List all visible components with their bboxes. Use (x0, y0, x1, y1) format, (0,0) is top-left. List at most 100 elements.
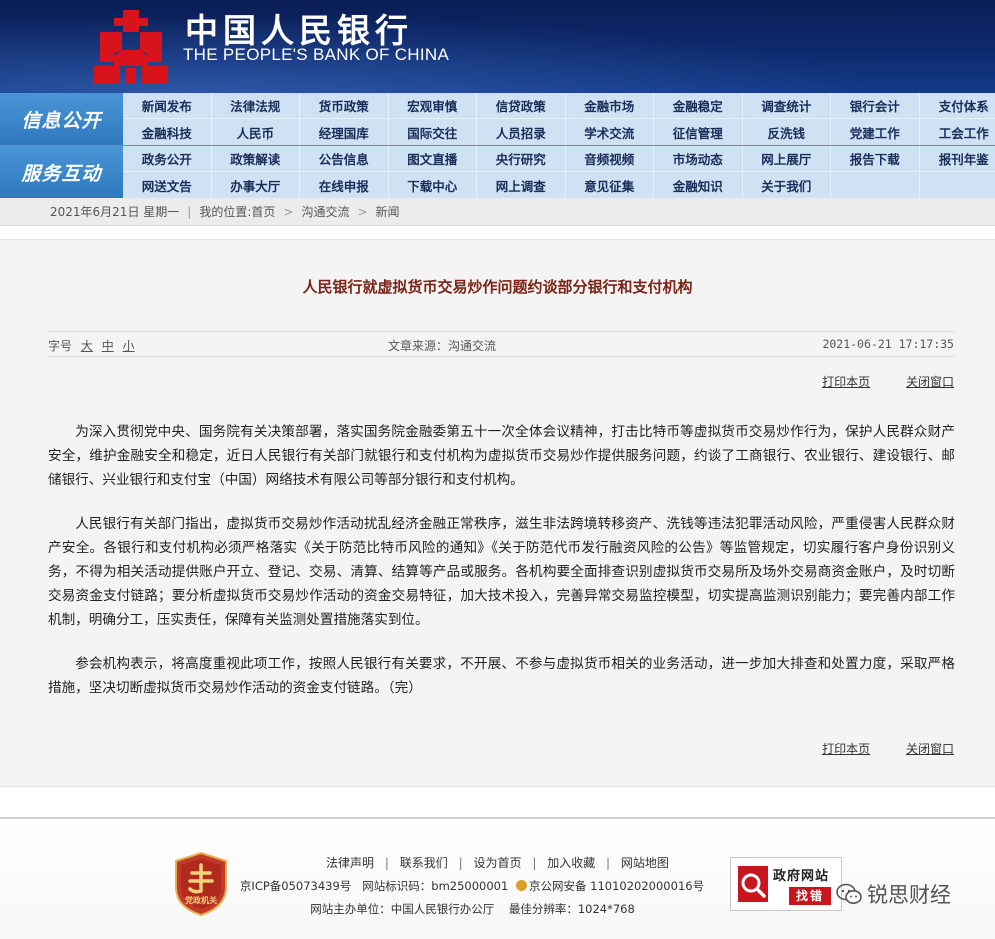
nav-empty-cell (920, 172, 995, 198)
best-resolution: 最佳分辨率：1024*768 (508, 902, 635, 916)
nav-item[interactable]: 报告下载 (831, 146, 920, 172)
nav-item[interactable]: 网送文告 (123, 172, 212, 198)
nav-item[interactable]: 征信管理 (654, 119, 743, 145)
nav-item[interactable]: 报刊年鉴 (919, 146, 995, 172)
font-size-label: 字号 (48, 339, 73, 353)
site-header: 中国人民银行 THE PEOPLE'S BANK OF CHINA (0, 0, 995, 93)
site-footer: 党政机关 法律声明 | 联系我们 | 设为首页 | 加入收藏 | 网站地图 京I… (0, 819, 995, 939)
footer-link-contact[interactable]: 联系我们 (400, 856, 448, 870)
icp-number[interactable]: 京ICP备05073439号 (240, 879, 351, 893)
breadcrumb-home[interactable]: 首页 (251, 203, 275, 220)
footer-links: 法律声明 | 联系我们 | 设为首页 | 加入收藏 | 网站地图 (0, 854, 995, 871)
article-tools-top: 打印本页 关闭窗口 (790, 373, 954, 390)
nav-item[interactable]: 公告信息 (300, 146, 389, 172)
article-panel: 人民银行就虚拟货币交易炒作问题约谈部分银行和支付机构 字号 大 中 小 文章来源… (0, 239, 995, 787)
nav-item[interactable]: 金融科技 (123, 119, 212, 145)
nav-item[interactable]: 图文直播 (388, 146, 477, 172)
nav-item[interactable]: 关于我们 (743, 172, 831, 198)
font-size-small-link[interactable]: 小 (123, 339, 135, 353)
breadcrumb-news[interactable]: 新闻 (376, 203, 400, 220)
footer-link-separator: | (458, 856, 463, 870)
font-size-switcher: 字号 大 中 小 (48, 337, 135, 354)
footer-link-separator: | (532, 856, 537, 870)
nav-item[interactable]: 政务公开 (123, 146, 212, 172)
nav-item[interactable]: 在线申报 (300, 172, 389, 198)
nav-item[interactable]: 信贷政策 (477, 93, 566, 119)
article-title: 人民银行就虚拟货币交易炒作问题约谈部分银行和支付机构 (302, 278, 693, 296)
nav-item[interactable]: 调查统计 (742, 93, 831, 119)
wechat-watermark: 锐思财经 (836, 879, 951, 909)
site-name-en: THE PEOPLE'S BANK OF CHINA (183, 45, 450, 64)
find-error-button[interactable]: 找错 (789, 887, 831, 905)
article-paragraph: 人民银行有关部门指出，虚拟货币交易炒作活动扰乱经济金融正常秩序，滋生非法跨境转移… (48, 516, 955, 628)
nav-item[interactable]: 工会工作 (920, 119, 995, 145)
nav-item[interactable]: 国际交往 (389, 119, 477, 145)
footer-link-legal[interactable]: 法律声明 (326, 856, 374, 870)
nav-item[interactable]: 经理国库 (300, 119, 389, 145)
nav-item[interactable]: 人民币 (212, 119, 300, 145)
footer-link-set-home[interactable]: 设为首页 (473, 856, 521, 870)
nav-item[interactable]: 政策解读 (211, 146, 300, 172)
watermark-text: 锐思财经 (867, 883, 951, 907)
article-datetime: 2021-06-21 17:17:35 (822, 337, 954, 351)
police-badge-icon (515, 880, 527, 891)
nav-item[interactable]: 下载中心 (389, 172, 477, 198)
nav-item[interactable]: 银行会计 (831, 93, 920, 119)
nav-empty-cell (831, 172, 920, 198)
nav-service-interaction: 服务互动 政务公开 政策解读 公告信息 图文直播 央行研究 音频视频 市场动态 网上展厅 报告下… (0, 146, 995, 198)
article-meta: 字号 大 中 小 文章来源：沟通交流 2021-06-21 17:17:35 (48, 331, 954, 357)
site-id: 网站标识码：bm25000001 (362, 879, 509, 893)
article-body: 为深入贯彻党中央、国务院有关决策部署，落实国务院金融委第五十一次全体会议精神，打… (48, 420, 955, 720)
nav-section-label: 信息公开 (0, 93, 123, 145)
breadcrumb-prefix: 我的位置: (199, 205, 252, 219)
font-size-large-link[interactable]: 大 (81, 339, 93, 353)
pboc-emblem-icon[interactable] (90, 4, 172, 86)
nav-item[interactable]: 反洗钱 (743, 119, 831, 145)
nav-item[interactable]: 支付体系 (919, 93, 995, 119)
breadcrumb-separator: > (283, 204, 294, 219)
nav-item[interactable]: 办事大厅 (212, 172, 300, 198)
nav-item[interactable]: 金融知识 (654, 172, 743, 198)
gov-site-error-report[interactable]: 政府网站 找错 (730, 857, 842, 911)
nav-item[interactable]: 意见征集 (566, 172, 654, 198)
nav-item[interactable]: 新闻发布 (123, 93, 212, 119)
nav-item[interactable]: 市场动态 (654, 146, 743, 172)
close-window-link[interactable]: 关闭窗口 (906, 742, 954, 756)
close-window-link[interactable]: 关闭窗口 (906, 375, 954, 389)
footer-link-separator: | (606, 856, 611, 870)
nav-item[interactable]: 学术交流 (566, 119, 654, 145)
footer-link-separator: | (384, 856, 389, 870)
nav-item[interactable]: 金融市场 (565, 93, 654, 119)
police-record[interactable]: 京公网安备 11010202000016号 (529, 879, 704, 893)
nav-item[interactable]: 网上展厅 (742, 146, 831, 172)
article-paragraph: 为深入贯彻党中央、国务院有关决策部署，落实国务院金融委第五十一次全体会议精神，打… (48, 424, 955, 488)
gov-site-title: 政府网站 (773, 869, 830, 884)
nav-menu: 新闻发布 法律法规 货币政策 宏观审慎 信贷政策 金融市场 金融稳定 调查统计 银行会计 支付体系… (123, 93, 995, 145)
nav-menu: 政务公开 政策解读 公告信息 图文直播 央行研究 音频视频 市场动态 网上展厅 报告下载 报刊年鉴… (123, 146, 995, 198)
breadcrumb: 2021年6月21日 星期一 | 我的位置: 首页 > 沟通交流 > 新闻 (0, 198, 995, 226)
font-size-medium-link[interactable]: 中 (102, 339, 114, 353)
article-tools-bottom: 打印本页 关闭窗口 (790, 740, 954, 757)
breadcrumb-communication[interactable]: 沟通交流 (301, 203, 349, 220)
footer-link-favorite[interactable]: 加入收藏 (547, 856, 595, 870)
article-paragraph: 参会机构表示，将高度重视此项工作，按照人民银行有关要求，不开展、不参与虚拟货币相… (48, 656, 955, 696)
nav-item[interactable]: 法律法规 (211, 93, 300, 119)
article-source: 文章来源：沟通交流 (388, 339, 497, 353)
nav-item[interactable]: 宏观审慎 (388, 93, 477, 119)
current-date: 2021年6月21日 星期一 (50, 205, 180, 219)
breadcrumb-separator: > (357, 204, 368, 219)
nav-item[interactable]: 央行研究 (477, 146, 566, 172)
site-host: 网站主办单位：中国人民银行办公厅 (310, 902, 495, 916)
print-page-link[interactable]: 打印本页 (822, 375, 870, 389)
nav-item[interactable]: 网上调查 (477, 172, 566, 198)
footer-link-sitemap[interactable]: 网站地图 (621, 856, 669, 870)
breadcrumb-separator: | (187, 204, 192, 219)
nav-item[interactable]: 党建工作 (831, 119, 920, 145)
nav-item[interactable]: 货币政策 (300, 93, 389, 119)
nav-item[interactable]: 音频视频 (565, 146, 654, 172)
print-page-link[interactable]: 打印本页 (822, 742, 870, 756)
wechat-icon (836, 883, 862, 904)
nav-item[interactable]: 金融稳定 (654, 93, 743, 119)
nav-info-disclosure: 信息公开 新闻发布 法律法规 货币政策 宏观审慎 信贷政策 金融市场 金融稳定 调查统计 银行会… (0, 93, 995, 145)
nav-item[interactable]: 人员招录 (477, 119, 566, 145)
